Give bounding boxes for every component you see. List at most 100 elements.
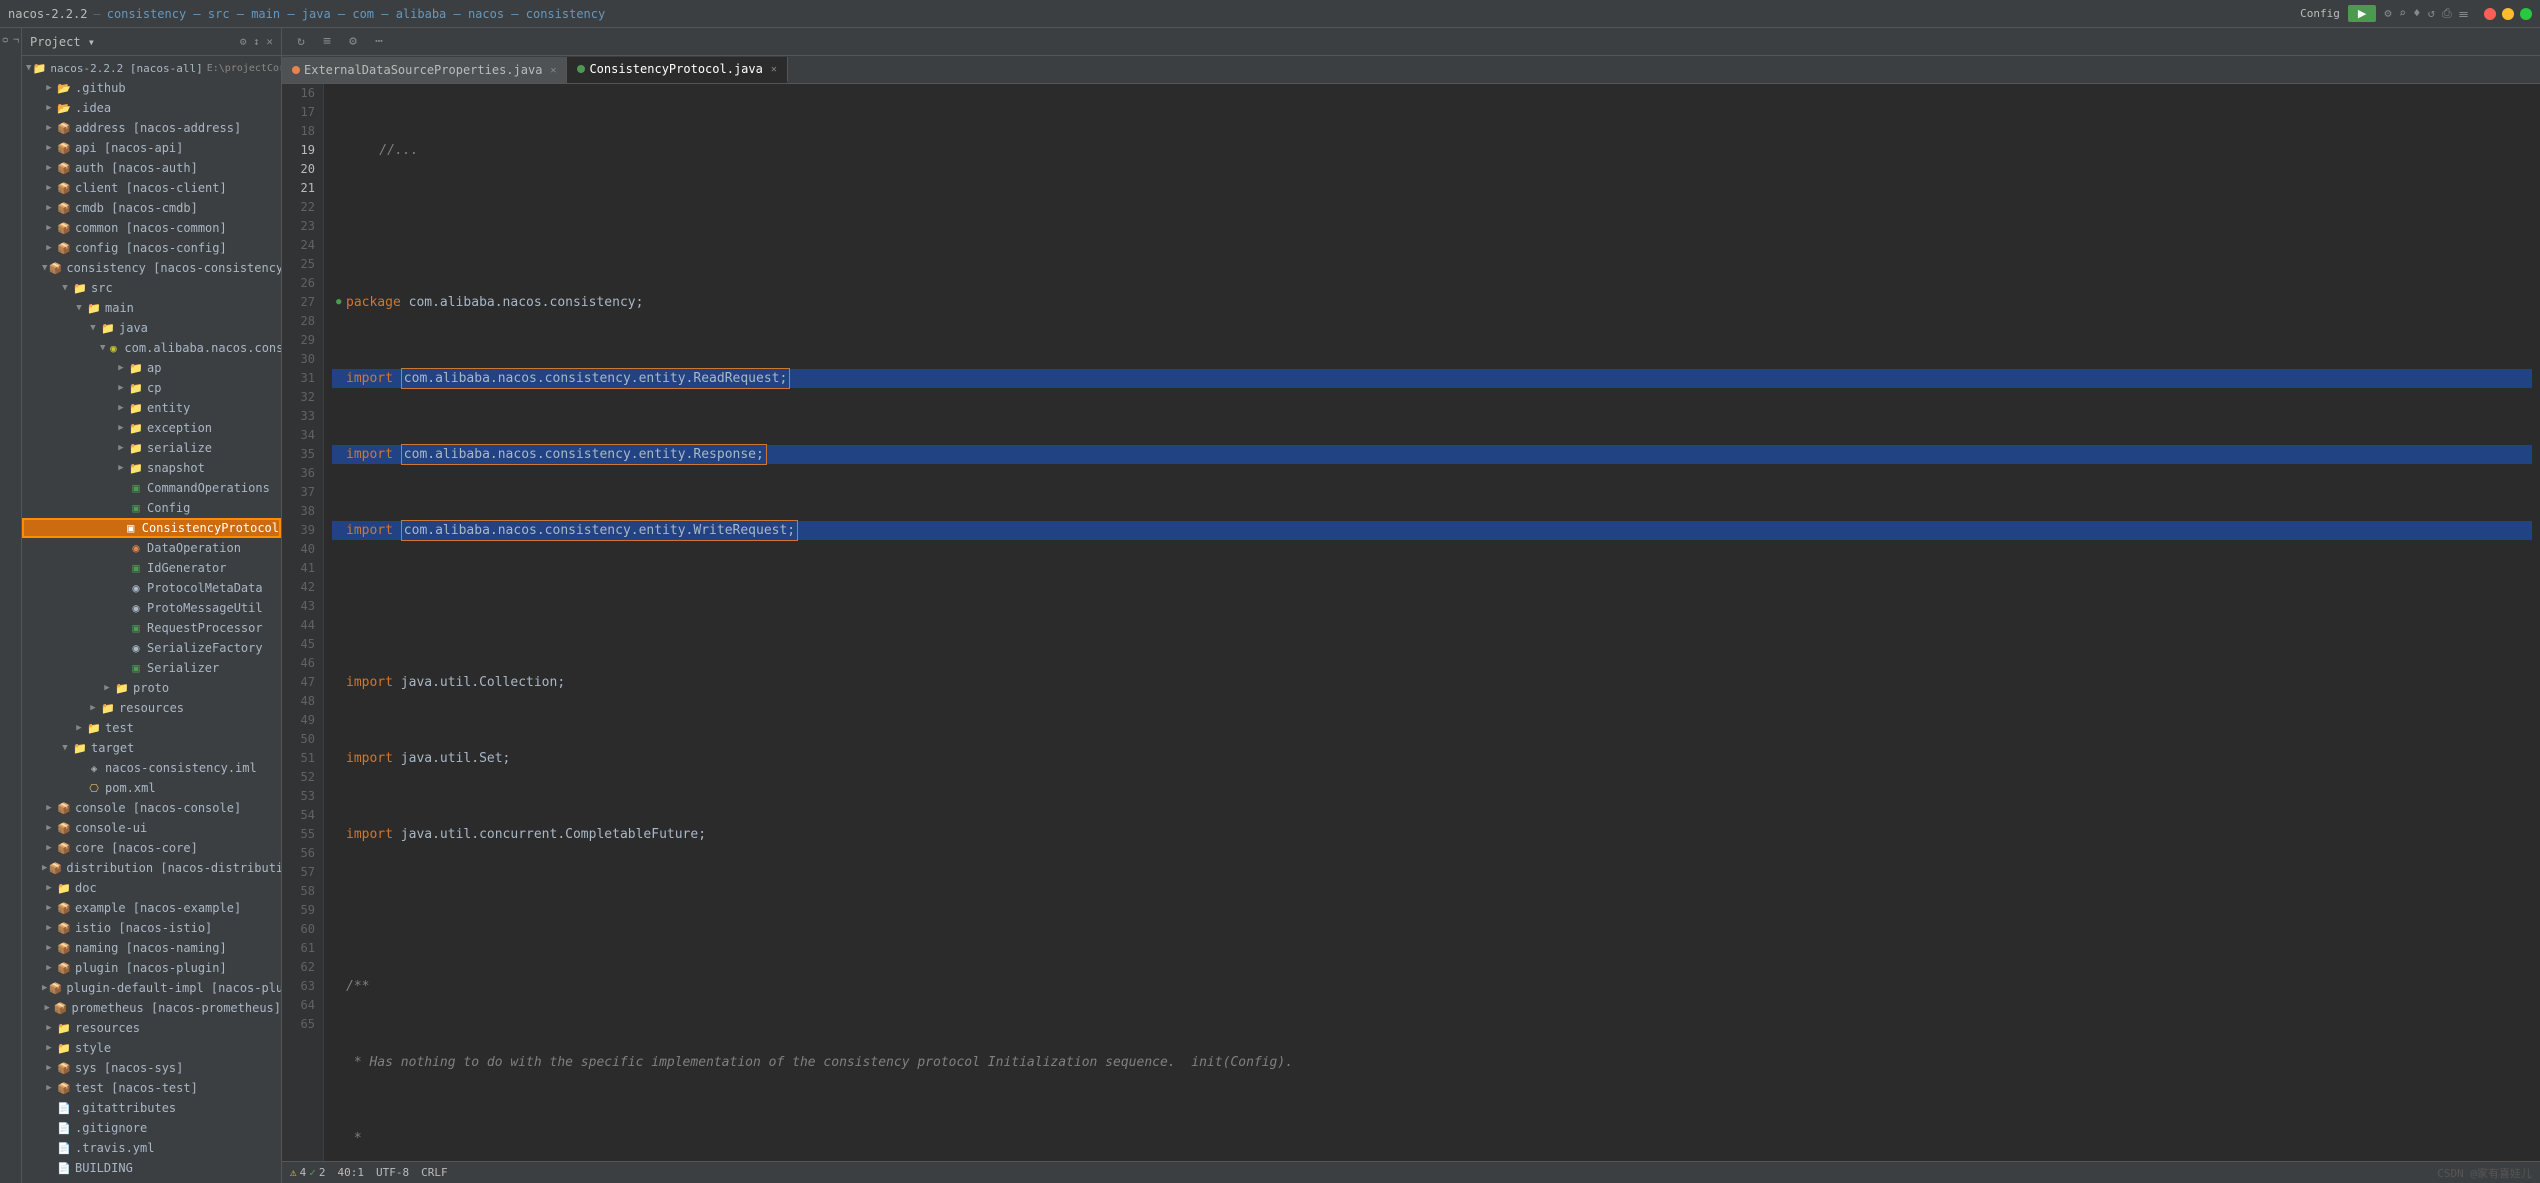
tab-close[interactable]: ✕ — [550, 65, 556, 76]
module-icon: 📦 — [56, 940, 72, 956]
tree-item-resources[interactable]: ▶ 📁 resources — [22, 698, 281, 718]
tree-item-requestprocessor[interactable]: ▣ RequestProcessor — [22, 618, 281, 638]
item-label: Serializer — [147, 661, 219, 675]
item-label: config [nacos-config] — [75, 241, 227, 255]
tab-external-datasource[interactable]: ExternalDataSourceProperties.java ✕ — [282, 57, 567, 83]
tree-item-plugin[interactable]: ▶ 📦 plugin [nacos-plugin] — [22, 958, 281, 978]
tree-item-test2[interactable]: ▶ 📦 test [nacos-test] — [22, 1078, 281, 1098]
minimize-button[interactable] — [2502, 8, 2514, 20]
tree-item-consistency[interactable]: ▼ 📦 consistency [nacos-consistency] — [22, 258, 281, 278]
tree-item-ap[interactable]: ▶ 📁 ap — [22, 358, 281, 378]
tree-item-auth[interactable]: ▶ 📦 auth [nacos-auth] — [22, 158, 281, 178]
tree-item-gitattributes[interactable]: 📄 .gitattributes — [22, 1098, 281, 1118]
config-label[interactable]: Config — [2300, 7, 2340, 20]
code-editor[interactable]: 16 17 18 19 20 21 22 23 24 25 26 27 28 2… — [282, 84, 2540, 1161]
tree-item-config-class[interactable]: ▣ Config — [22, 498, 281, 518]
tree-item-gitignore[interactable]: 📄 .gitignore — [22, 1118, 281, 1138]
tree-item-protocolmetadata[interactable]: ◉ ProtocolMetaData — [22, 578, 281, 598]
tree-item-target[interactable]: ▼ 📁 target — [22, 738, 281, 758]
tree-item-java[interactable]: ▼ 📁 java — [22, 318, 281, 338]
tree-item-idea[interactable]: ▶ 📂 .idea — [22, 98, 281, 118]
line-num: 25 — [290, 255, 315, 274]
item-label: exception — [147, 421, 212, 435]
tree-root[interactable]: ▼ 📁 nacos-2.2.2 [nacos-all] E:\projectCo… — [22, 58, 281, 78]
import-highlighted: com.alibaba.nacos.consistency.entity.Wri… — [401, 520, 798, 541]
tree-item-console-ui[interactable]: ▶ 📦 console-ui — [22, 818, 281, 838]
tree-item-main[interactable]: ▼ 📁 main — [22, 298, 281, 318]
tree-item-distribution[interactable]: ▶ 📦 distribution [nacos-distribution] — [22, 858, 281, 878]
line-num: 58 — [290, 882, 315, 901]
left-panel: Proj — [0, 28, 22, 1183]
file-icon: 📄 — [56, 1120, 72, 1136]
tree-item-building[interactable]: 📄 BUILDING — [22, 1158, 281, 1178]
tree-item-api[interactable]: ▶ 📦 api [nacos-api] — [22, 138, 281, 158]
tree-item-entity[interactable]: ▶ 📁 entity — [22, 398, 281, 418]
tree-item-exception[interactable]: ▶ 📁 exception — [22, 418, 281, 438]
class-icon: ◉ — [128, 580, 144, 596]
settings-btn[interactable]: ⚙ — [342, 31, 364, 53]
tree-item-dataoperation[interactable]: ◉ DataOperation — [22, 538, 281, 558]
tree-item-idgenerator[interactable]: ▣ IdGenerator — [22, 558, 281, 578]
window-controls[interactable] — [2484, 8, 2532, 20]
tree-item-resources2[interactable]: ▶ 📁 resources — [22, 1018, 281, 1038]
tree-item-example[interactable]: ▶ 📦 example [nacos-example] — [22, 898, 281, 918]
maximize-button[interactable] — [2520, 8, 2532, 20]
tree-item-consistencyprotocol[interactable]: ▣ ConsistencyProtocol — [22, 518, 281, 538]
tree-item-doc[interactable]: ▶ 📁 doc — [22, 878, 281, 898]
tree-item-plugin-default[interactable]: ▶ 📦 plugin-default-impl [nacos-plugin-de… — [22, 978, 281, 998]
java-file-dot — [292, 66, 300, 74]
tree-item-proto[interactable]: ▶ 📁 proto — [22, 678, 281, 698]
line-num: 56 — [290, 844, 315, 863]
tree-item-sys[interactable]: ▶ 📦 sys [nacos-sys] — [22, 1058, 281, 1078]
sidebar: Project ▾ ⚙ ↕ ✕ ▼ 📁 nacos-2.2.2 [nacos-a… — [22, 28, 282, 1183]
tree-item-iml[interactable]: ◈ nacos-consistency.iml — [22, 758, 281, 778]
tree-item-package[interactable]: ▼ ◉ com.alibaba.nacos.consistency — [22, 338, 281, 358]
more-btn[interactable]: ⋯ — [368, 31, 390, 53]
line-num: 42 — [290, 578, 315, 597]
tree-item-serialize[interactable]: ▶ 📁 serialize — [22, 438, 281, 458]
expand-arrow: ▶ — [114, 423, 128, 433]
tab-consistency-protocol[interactable]: ConsistencyProtocol.java ✕ — [567, 57, 787, 83]
tree-item-istio[interactable]: ▶ 📦 istio [nacos-istio] — [22, 918, 281, 938]
folder-icon: 📁 — [56, 1040, 72, 1056]
expand-arrow: ▶ — [72, 723, 86, 733]
close-button[interactable] — [2484, 8, 2496, 20]
line-num: 63 — [290, 977, 315, 996]
interface-icon: ▣ — [123, 520, 139, 536]
tree-item-core[interactable]: ▶ 📦 core [nacos-core] — [22, 838, 281, 858]
tree-item-client[interactable]: ▶ 📦 client [nacos-client] — [22, 178, 281, 198]
tree-item-style[interactable]: ▶ 📁 style — [22, 1038, 281, 1058]
tree-item-test[interactable]: ▶ 📁 test — [22, 718, 281, 738]
tree-item-serializer[interactable]: ▣ Serializer — [22, 658, 281, 678]
tree-item-protomessageutil[interactable]: ◉ ProtoMessageUtil — [22, 598, 281, 618]
structure-btn[interactable]: ≡ — [316, 31, 338, 53]
tree-item-snapshot[interactable]: ▶ 📁 snapshot — [22, 458, 281, 478]
tree-item-console[interactable]: ▶ 📦 console [nacos-console] — [22, 798, 281, 818]
tree-item-serializefactory[interactable]: ◉ SerializeFactory — [22, 638, 281, 658]
tree-item-cp[interactable]: ▶ 📁 cp — [22, 378, 281, 398]
tree-item-naming[interactable]: ▶ 📦 naming [nacos-naming] — [22, 938, 281, 958]
tree-item-config[interactable]: ▶ 📦 config [nacos-config] — [22, 238, 281, 258]
toolbar-icons: ⚙ ⌕ ♦ ↺ ⎙ ☰ — [2384, 6, 2468, 21]
tree-item-prometheus[interactable]: ▶ 📦 prometheus [nacos-prometheus] — [22, 998, 281, 1018]
tree-item-src[interactable]: ▼ 📁 src — [22, 278, 281, 298]
expand-arrow: ▶ — [42, 803, 56, 813]
tree-item-commandoperations[interactable]: ▣ CommandOperations — [22, 478, 281, 498]
tree-item-travis[interactable]: 📄 .travis.yml — [22, 1138, 281, 1158]
refresh-btn[interactable]: ↻ — [290, 31, 312, 53]
run-button[interactable]: ▶ — [2348, 5, 2376, 22]
code-line: * Has nothing to do with the specific im… — [332, 1053, 2532, 1072]
project-panel-btn[interactable]: Proj — [2, 32, 20, 50]
tree-item-cmdb[interactable]: ▶ 📦 cmdb [nacos-cmdb] — [22, 198, 281, 218]
sidebar-toolbar[interactable]: ⚙ ↕ ✕ — [240, 35, 273, 48]
tree-item-address[interactable]: ▶ 📦 address [nacos-address] — [22, 118, 281, 138]
tab-close[interactable]: ✕ — [771, 64, 777, 75]
code-content[interactable]: //... ● package com.alibaba.nacos.consis… — [324, 84, 2540, 1161]
tree-item-pom[interactable]: ⎔ pom.xml — [22, 778, 281, 798]
tree-item-common[interactable]: ▶ 📦 common [nacos-common] — [22, 218, 281, 238]
tree-item-github[interactable]: ▶ 📂 .github — [22, 78, 281, 98]
expand-arrow: ▶ — [42, 1003, 52, 1013]
module-icon: 📦 — [56, 820, 72, 836]
line-num: 43 — [290, 597, 315, 616]
encoding-value: UTF-8 — [376, 1166, 409, 1179]
